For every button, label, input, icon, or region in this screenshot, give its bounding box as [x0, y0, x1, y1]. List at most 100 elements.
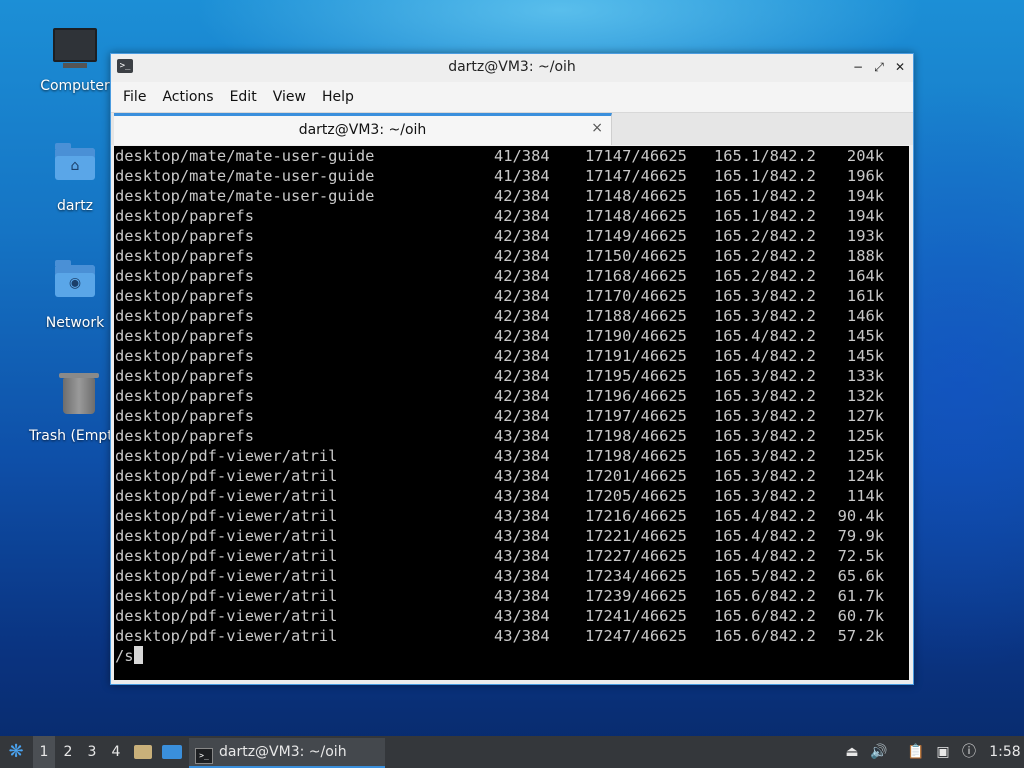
- workspace-3[interactable]: 3: [81, 736, 103, 768]
- workspace-4[interactable]: 4: [105, 736, 127, 768]
- terminal-prompt[interactable]: /s: [114, 646, 909, 666]
- close-button[interactable]: ✕: [891, 58, 909, 76]
- show-desktop-icon[interactable]: [162, 736, 184, 768]
- line-count: 17234/46625: [585, 567, 687, 585]
- menu-file[interactable]: File: [115, 89, 154, 105]
- line-files: 41/384: [494, 147, 550, 165]
- terminal-line: desktop/paprefs 42/384 17170/46625 165.3/84…: [114, 286, 909, 306]
- line-path: desktop/paprefs: [115, 307, 254, 325]
- terminal-line: desktop/pdf-viewer/atril 43/384 17227/4662…: [114, 546, 909, 566]
- workspace-2[interactable]: 2: [57, 736, 79, 768]
- terminal-line: desktop/paprefs 42/384 17195/46625 165.3/84…: [114, 366, 909, 386]
- window-titlebar[interactable]: >_ dartz@VM3: ~/oih − ⤢ ✕: [111, 54, 913, 82]
- line-rate: 145k: [846, 327, 884, 345]
- line-path: desktop/paprefs: [115, 407, 254, 425]
- line-count: 17239/46625: [585, 587, 687, 605]
- line-rate: 127k: [846, 407, 884, 425]
- notification-icon[interactable]: ⓘ: [958, 736, 980, 768]
- line-size: 165.1/842.2: [714, 207, 816, 225]
- line-count: 17241/46625: [585, 607, 687, 625]
- line-path: desktop/mate/mate-user-guide: [115, 167, 375, 185]
- taskbar: ❋ 1 2 3 4 >_ dartz@VM3: ~/oih ⏏ 🔊 📋 ▣ ⓘ 1…: [0, 736, 1024, 768]
- line-rate: 146k: [846, 307, 884, 325]
- terminal-line: desktop/pdf-viewer/atril 43/384 17234/4662…: [114, 566, 909, 586]
- maximize-button[interactable]: ⤢: [870, 58, 888, 76]
- terminal-line: desktop/paprefs 42/384 17196/46625 165.3/84…: [114, 386, 909, 406]
- line-size: 165.4/842.2: [714, 347, 816, 365]
- line-rate: 125k: [846, 447, 884, 465]
- line-count: 17227/46625: [585, 547, 687, 565]
- line-rate: 79.9k: [837, 527, 884, 545]
- line-files: 43/384: [494, 467, 550, 485]
- line-path: desktop/pdf-viewer/atril: [115, 547, 338, 565]
- line-rate: 161k: [846, 287, 884, 305]
- line-files: 42/384: [494, 267, 550, 285]
- volume-icon[interactable]: 🔊: [868, 736, 890, 768]
- line-rate: 72.5k: [837, 547, 884, 565]
- line-rate: 194k: [846, 187, 884, 205]
- tab-terminal[interactable]: dartz@VM3: ~/oih ×: [114, 113, 612, 145]
- line-count: 17170/46625: [585, 287, 687, 305]
- menu-view[interactable]: View: [265, 89, 314, 105]
- line-path: desktop/pdf-viewer/atril: [115, 467, 338, 485]
- line-count: 17198/46625: [585, 427, 687, 445]
- line-path: desktop/paprefs: [115, 287, 254, 305]
- line-files: 43/384: [494, 547, 550, 565]
- line-rate: 132k: [846, 387, 884, 405]
- terminal-line: desktop/pdf-viewer/atril 43/384 17198/4662…: [114, 446, 909, 466]
- clipboard-icon[interactable]: 📋: [905, 736, 927, 768]
- terminal-line: desktop/mate/mate-user-guide 42/384 17148/…: [114, 186, 909, 206]
- terminal-line: desktop/paprefs 42/384 17190/46625 165.4/84…: [114, 326, 909, 346]
- line-path: desktop/paprefs: [115, 227, 254, 245]
- line-files: 43/384: [494, 627, 550, 645]
- terminal-line: desktop/paprefs 42/384 17168/46625 165.2/84…: [114, 266, 909, 286]
- tab-bar: dartz@VM3: ~/oih ×: [111, 112, 913, 145]
- tab-close-icon[interactable]: ×: [591, 120, 603, 136]
- line-size: 165.4/842.2: [714, 507, 816, 525]
- line-count: 17148/46625: [585, 207, 687, 225]
- workspace-1[interactable]: 1: [33, 736, 55, 768]
- line-path: desktop/paprefs: [115, 427, 254, 445]
- line-rate: 193k: [846, 227, 884, 245]
- eject-icon[interactable]: ⏏: [841, 736, 863, 768]
- terminal-line: desktop/paprefs 42/384 17188/46625 165.3/84…: [114, 306, 909, 326]
- line-size: 165.6/842.2: [714, 627, 816, 645]
- line-size: 165.3/842.2: [714, 447, 816, 465]
- file-manager-icon[interactable]: [134, 736, 156, 768]
- home-folder-icon: ⌂: [53, 143, 97, 192]
- line-files: 43/384: [494, 447, 550, 465]
- network-wired-icon[interactable]: ▣: [932, 736, 954, 768]
- terminal-line: desktop/paprefs 42/384 17149/46625 165.2/84…: [114, 226, 909, 246]
- terminal-line: desktop/paprefs 43/384 17198/46625 165.3/84…: [114, 426, 909, 446]
- desktop-icon-trash[interactable]: Trash (Empty): [25, 372, 113, 444]
- line-count: 17168/46625: [585, 267, 687, 285]
- terminal-output[interactable]: desktop/mate/mate-user-guide 41/384 17147/…: [114, 146, 909, 680]
- line-path: desktop/pdf-viewer/atril: [115, 507, 338, 525]
- terminal-window[interactable]: >_ dartz@VM3: ~/oih − ⤢ ✕ File Actions E…: [110, 53, 914, 685]
- line-count: 17148/46625: [585, 187, 687, 205]
- line-count: 17191/46625: [585, 347, 687, 365]
- line-count: 17197/46625: [585, 407, 687, 425]
- network-folder-icon: ◉: [53, 260, 97, 309]
- line-count: 17188/46625: [585, 307, 687, 325]
- trash-icon: [57, 373, 101, 422]
- line-size: 165.3/842.2: [714, 367, 816, 385]
- clock[interactable]: 1:58: [989, 736, 1021, 768]
- terminal-line: desktop/paprefs 42/384 17150/46625 165.2/84…: [114, 246, 909, 266]
- taskbar-task-terminal[interactable]: >_ dartz@VM3: ~/oih: [189, 738, 385, 768]
- menu-actions[interactable]: Actions: [154, 89, 221, 105]
- line-files: 43/384: [494, 567, 550, 585]
- line-size: 165.4/842.2: [714, 327, 816, 345]
- line-path: desktop/pdf-viewer/atril: [115, 487, 338, 505]
- line-size: 165.3/842.2: [714, 427, 816, 445]
- terminal-line: desktop/pdf-viewer/atril 43/384 17201/4662…: [114, 466, 909, 486]
- line-rate: 124k: [846, 467, 884, 485]
- terminal-line: desktop/paprefs 42/384 17191/46625 165.4/84…: [114, 346, 909, 366]
- menu-help[interactable]: Help: [314, 89, 362, 105]
- start-menu-icon[interactable]: ❋: [4, 736, 28, 768]
- line-files: 42/384: [494, 327, 550, 345]
- line-size: 165.3/842.2: [714, 467, 816, 485]
- minimize-button[interactable]: −: [849, 58, 867, 76]
- menu-edit[interactable]: Edit: [222, 89, 265, 105]
- terminal-line: desktop/mate/mate-user-guide 41/384 17147/…: [114, 146, 909, 166]
